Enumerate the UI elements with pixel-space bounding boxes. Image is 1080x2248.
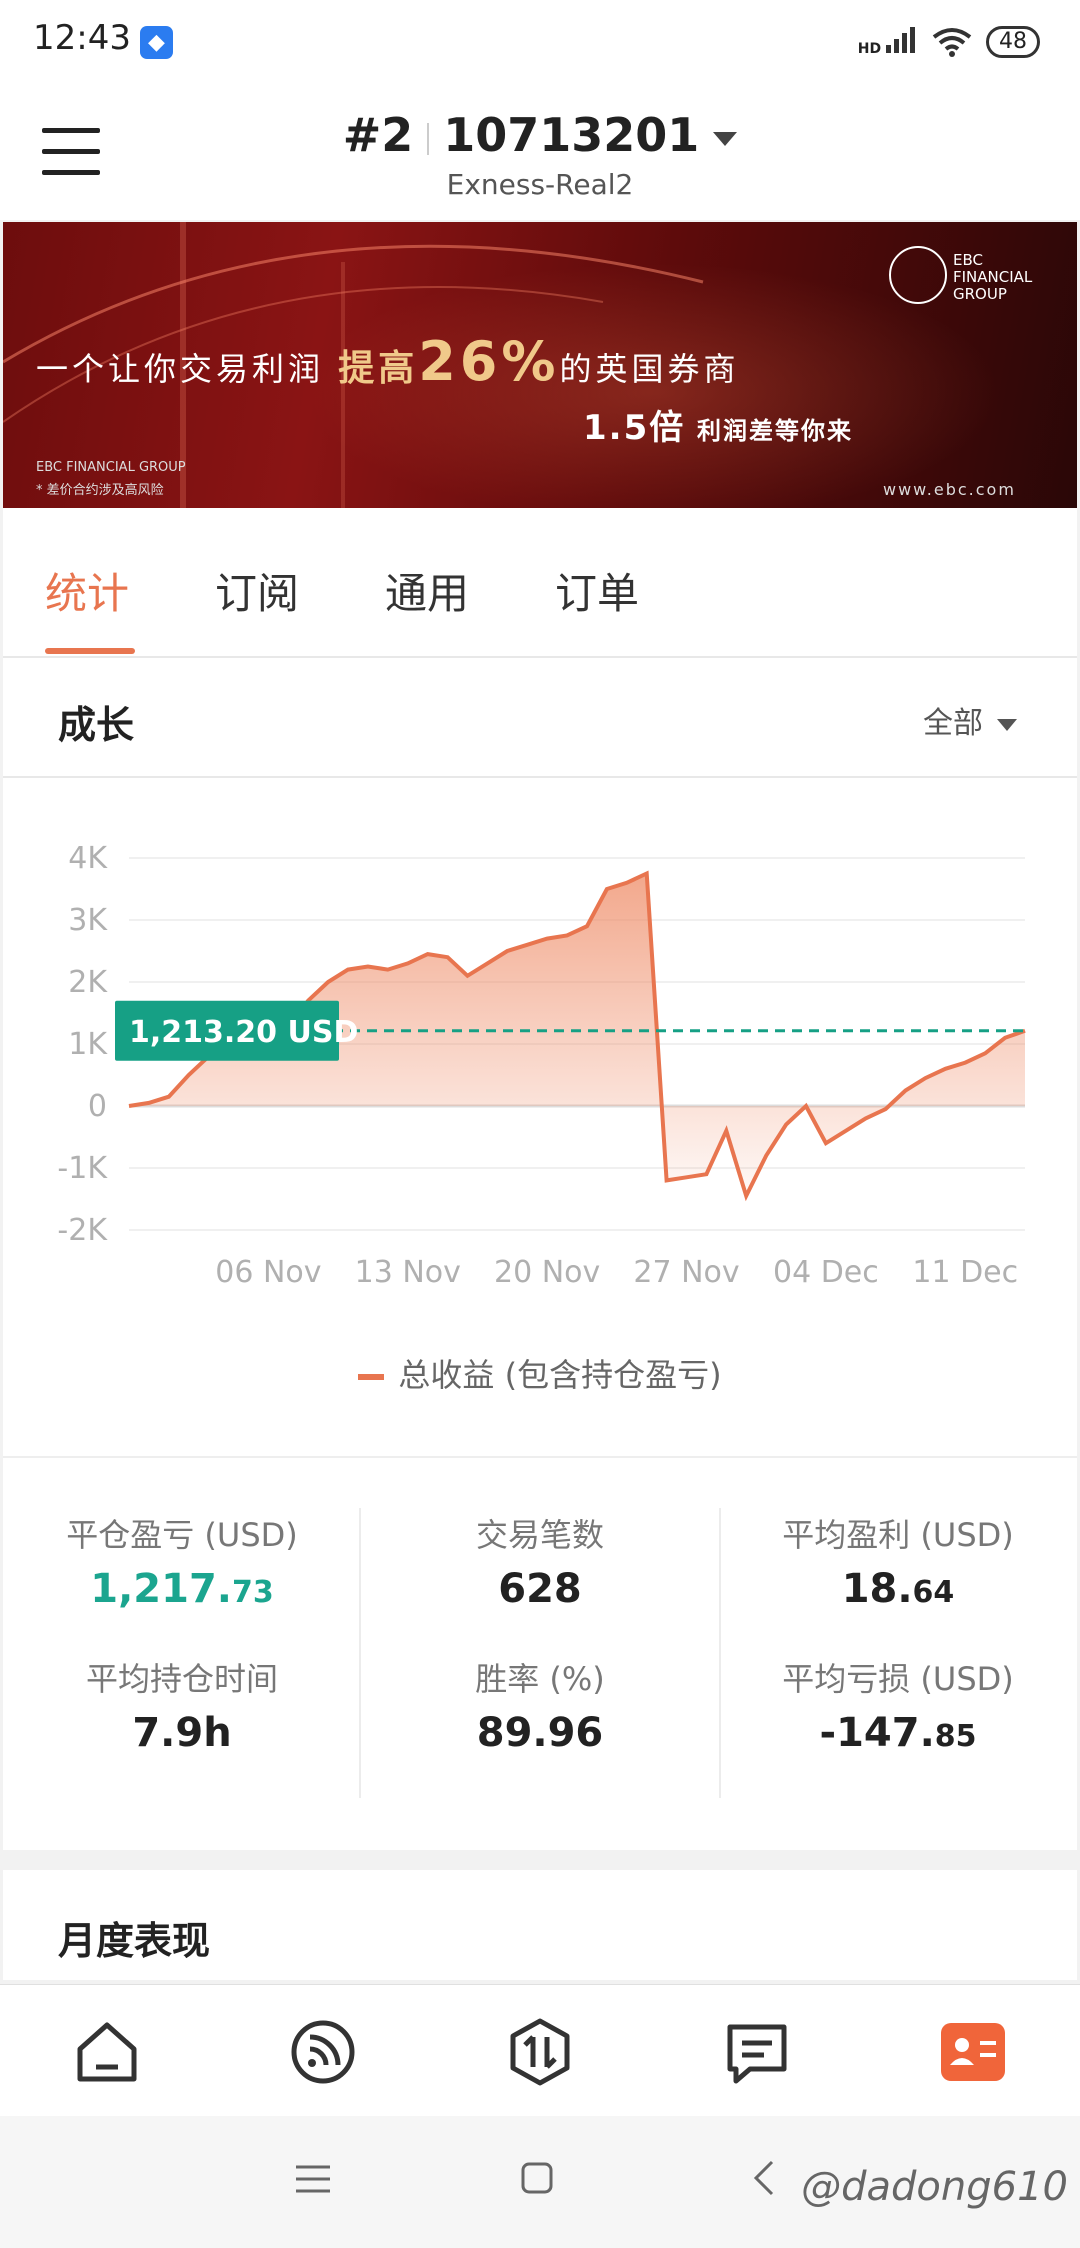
growth-section-header: 成长 全部 <box>3 658 1077 778</box>
stats-panel: 平仓盈亏 (USD) 1,217.73 交易笔数 628 平均盈利 (USD) … <box>3 1458 1077 1850</box>
tab-general[interactable]: 通用 <box>385 560 469 621</box>
baidu-app-icon: ◆ <box>140 26 173 59</box>
watermark: @dadong610 <box>801 2164 1068 2210</box>
wifi-icon <box>932 28 972 57</box>
signal-icon: HD <box>858 27 918 57</box>
list-icon[interactable] <box>722 2017 792 2087</box>
chart-legend[interactable]: 总收益 (包含持仓盈亏) <box>3 1350 1077 1396</box>
tab-bar: 统计 订阅 通用 订单 <box>3 508 1077 658</box>
home-button-icon[interactable] <box>521 2162 553 2194</box>
app-header: #2 10713201 Exness-Real2 <box>0 90 1080 220</box>
battery-icon: 48 <box>986 26 1040 58</box>
caret-down-icon <box>997 718 1017 731</box>
stat-avg-profit: 平均盈利 (USD) 18.64 <box>782 1516 1014 1612</box>
banner-footer-brand: EBC FINANCIAL GROUP <box>36 460 186 475</box>
trade-icon[interactable] <box>505 2017 575 2087</box>
stat-win-rate: 胜率 (%) 89.96 <box>475 1660 605 1756</box>
profile-card-icon[interactable] <box>938 2017 1008 2087</box>
x-tick-label: 13 Nov <box>355 1255 461 1290</box>
server-name: Exness-Real2 <box>446 168 634 201</box>
y-tick-label: 0 <box>88 1089 107 1124</box>
y-tick-label: -2K <box>57 1213 108 1248</box>
tab-orders[interactable]: 订单 <box>555 560 639 621</box>
y-tick-label: 1K <box>68 1027 108 1062</box>
banner-subline: 1.5倍 利润差等你来 <box>583 408 853 448</box>
stat-avg-hold-time: 平均持仓时间 7.9h <box>85 1660 278 1756</box>
banner-brand: EBC FINANCIAL GROUP <box>953 251 1033 303</box>
x-tick-label: 11 Dec <box>912 1255 1018 1290</box>
active-tab-indicator <box>45 648 135 654</box>
y-tick-label: -1K <box>57 1151 108 1186</box>
status-bar: 12:43 ◆ HD 48 <box>0 0 1080 90</box>
x-tick-label: 20 Nov <box>494 1255 600 1290</box>
stat-avg-loss: 平均亏损 (USD) -147.85 <box>782 1660 1014 1756</box>
feed-icon[interactable] <box>288 2017 358 2087</box>
bottom-nav <box>0 1984 1080 2117</box>
section-title: 成长 <box>58 703 135 747</box>
section-title: 月度表现 <box>58 1919 211 1963</box>
range-filter-dropdown[interactable]: 全部 <box>923 698 1017 742</box>
back-icon[interactable] <box>752 2160 776 2196</box>
banner-risk-note: * 差价合约涉及高风险 <box>36 483 164 498</box>
y-tick-label: 2K <box>68 965 108 1000</box>
x-tick-label: 04 Dec <box>773 1255 879 1290</box>
system-nav-bar: @dadong610 <box>0 2116 1080 2248</box>
ebc-logo-icon <box>889 246 947 304</box>
tab-statistics[interactable]: 统计 <box>45 560 129 621</box>
y-tick-label: 3K <box>68 903 108 938</box>
tab-subscribe[interactable]: 订阅 <box>215 560 299 621</box>
account-index: #2 <box>342 108 414 162</box>
x-tick-label: 06 Nov <box>215 1255 321 1290</box>
home-icon[interactable] <box>72 2017 142 2087</box>
monthly-section: 月度表现 <box>3 1870 1077 1980</box>
current-value-label: 1,213.20 USD <box>129 1015 358 1050</box>
legend-label: 总收益 (包含持仓盈亏) <box>398 1356 722 1394</box>
account-number: 10713201 <box>443 108 700 162</box>
recents-icon[interactable] <box>296 2164 330 2194</box>
x-tick-label: 27 Nov <box>633 1255 739 1290</box>
account-selector[interactable]: #2 10713201 <box>0 108 1080 162</box>
ad-banner[interactable]: EBC FINANCIAL GROUP 一个让你交易利润 提高26%的英国券商 … <box>3 222 1077 508</box>
chart-canvas: 4K 3K 2K 1K 0 -1K -2K 06 Nov 13 Nov 20 Nov 27 Nov… <box>57 841 1026 1290</box>
legend-swatch <box>358 1374 385 1380</box>
system-icons: HD 48 <box>858 22 1040 62</box>
stat-closed-pnl: 平仓盈亏 (USD) 1,217.73 <box>66 1516 298 1612</box>
banner-url: www.ebc.com <box>883 480 1016 499</box>
y-tick-label: 4K <box>68 841 108 876</box>
caret-down-icon <box>713 131 738 146</box>
banner-headline: 一个让你交易利润 提高26%的英国券商 <box>36 330 740 393</box>
growth-chart[interactable]: 4K 3K 2K 1K 0 -1K -2K 06 Nov 13 Nov 20 Nov 27 Nov… <box>3 778 1077 1458</box>
status-time: 12:43 <box>33 18 131 58</box>
stat-trade-count: 交易笔数 628 <box>475 1516 604 1612</box>
